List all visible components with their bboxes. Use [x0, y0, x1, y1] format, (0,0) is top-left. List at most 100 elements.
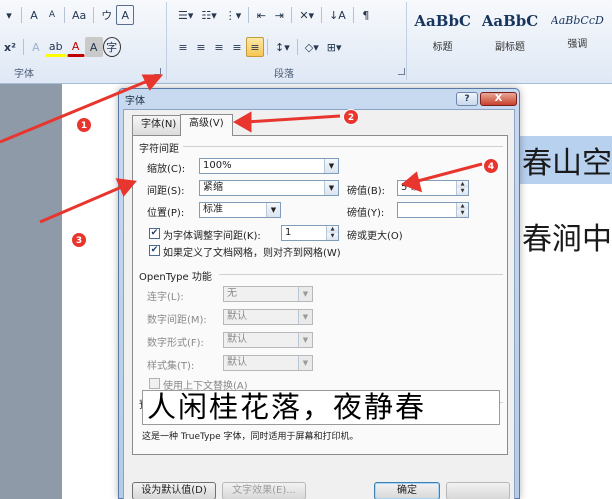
num-spacing-label: 数字间距(M): [147, 315, 207, 326]
shrink-font-icon[interactable]: A [43, 5, 61, 25]
highlight-icon[interactable]: ab [44, 37, 67, 57]
decrease-indent-icon[interactable]: ⇤ [252, 5, 270, 25]
section-divider [219, 274, 503, 275]
font-group-label: 字体 [14, 69, 34, 80]
scale-label: 缩放(C): [147, 164, 186, 175]
para-dialog-launcher-icon[interactable] [398, 68, 405, 75]
spacing-by-value: 5 磅 [401, 182, 421, 193]
tab-font[interactable]: 字体(N) [132, 115, 186, 135]
set-default-button[interactable]: 设为默认值(D) [132, 482, 216, 499]
borders-icon[interactable]: ⊞▾ [323, 37, 346, 57]
tab-advanced[interactable]: 高级(V) [180, 114, 233, 136]
num-spacing-value: 默认 [227, 311, 247, 322]
grow-font-icon[interactable]: A [25, 5, 43, 25]
separator [22, 39, 24, 55]
chinese-layout-icon[interactable]: ✕▾ [295, 5, 318, 25]
spin-up-icon[interactable]: ▲ [327, 226, 338, 233]
show-marks-icon[interactable]: ¶ [357, 5, 375, 25]
position-select[interactable]: 标准 ▼ [199, 202, 281, 218]
text-effects-button[interactable]: 文字效果(E)... [222, 482, 306, 499]
num-spacing-select[interactable]: 默认 ▼ [223, 309, 313, 325]
para-group-label: 段落 [274, 69, 294, 80]
spacing-value: 紧缩 [203, 182, 223, 193]
separator [321, 7, 323, 23]
close-button[interactable]: X [480, 92, 517, 106]
char-shading-icon[interactable]: A [84, 37, 103, 57]
font-dialog-launcher-icon[interactable] [154, 68, 161, 75]
separator [352, 7, 354, 23]
font-color-icon[interactable]: A [66, 37, 85, 57]
justify-icon[interactable]: ≡ [228, 37, 246, 57]
style-sets-value: 默认 [227, 357, 247, 368]
bullets-icon[interactable]: ☰▾ [174, 5, 197, 25]
help-button[interactable]: ? [456, 92, 478, 106]
position-by-input[interactable]: ▲ ▼ [397, 202, 469, 218]
spacing-by-input[interactable]: 5 磅 ▲ ▼ [397, 180, 469, 196]
style-title[interactable]: AaBbC 标题 [410, 2, 475, 62]
line-spacing-icon[interactable]: ↕▾ [271, 37, 294, 57]
font-note: 这是一种 TrueType 字体，同时适用于屏幕和打印机。 [142, 432, 359, 442]
text-effect-icon[interactable]: A [27, 37, 45, 57]
spin-buttons[interactable]: ▲ ▼ [456, 181, 468, 195]
kerning-label: 为字体调整字间距(K): [163, 231, 261, 242]
style-sample: AaBbC [414, 11, 471, 30]
spin-buttons[interactable]: ▲ ▼ [326, 226, 338, 240]
spin-down-icon[interactable]: ▼ [457, 210, 468, 217]
kerning-checkbox[interactable]: ✔ [149, 228, 160, 239]
align-left-icon[interactable]: ≡ [174, 37, 192, 57]
contextual-checkbox[interactable] [149, 378, 160, 389]
increase-indent-icon[interactable]: ⇥ [270, 5, 288, 25]
chevron-down-icon: ▼ [298, 356, 312, 370]
style-sample: AaBbCcD [550, 14, 604, 27]
chevron-down-icon: ▼ [298, 333, 312, 347]
separator [296, 39, 298, 55]
spin-up-icon[interactable]: ▲ [457, 181, 468, 188]
position-label: 位置(P): [147, 208, 185, 219]
align-right-icon[interactable]: ≡ [210, 37, 228, 57]
numbering-icon[interactable]: ☷▾ [197, 5, 220, 25]
shading-icon[interactable]: ◇▾ [301, 37, 323, 57]
num-forms-select[interactable]: 默认 ▼ [223, 332, 313, 348]
style-emphasis[interactable]: AaBbCcD 强调 [545, 2, 610, 62]
spin-up-icon[interactable]: ▲ [457, 203, 468, 210]
grid-checkbox[interactable]: ✔ [149, 245, 160, 256]
kerning-suffix: 磅或更大(O) [347, 231, 403, 242]
ok-button[interactable]: 确定 [374, 482, 440, 499]
font-dialog: 字体 ? X 字体(N) 高级(V) 字符间距 缩放(C): 100% ▼ 间距… [118, 88, 520, 499]
kerning-input[interactable]: 1 ▲ ▼ [281, 225, 339, 241]
style-subtitle[interactable]: AaBbC 副标题 [477, 2, 542, 62]
position-by-label: 磅值(Y): [347, 208, 385, 219]
style-sample: AaBbC [481, 11, 539, 30]
separator [248, 7, 250, 23]
align-center-icon[interactable]: ≡ [192, 37, 210, 57]
style-sets-select[interactable]: 默认 ▼ [223, 355, 313, 371]
separator [21, 7, 22, 23]
sort-icon[interactable]: ↓A [325, 5, 350, 25]
cancel-button[interactable] [446, 482, 510, 499]
spin-buttons[interactable]: ▲ ▼ [456, 203, 468, 217]
annotation-badge-2: 2 [343, 109, 359, 125]
spin-down-icon[interactable]: ▼ [327, 233, 338, 240]
annotation-badge-4: 4 [483, 158, 499, 174]
position-value: 标准 [203, 204, 223, 215]
doc-line[interactable]: 春涧中 [522, 214, 612, 258]
scale-select[interactable]: 100% ▼ [199, 158, 339, 174]
phonetic-guide-icon[interactable]: ウ [97, 5, 116, 25]
ligatures-label: 连字(L): [147, 292, 184, 303]
spacing-by-label: 磅值(B): [347, 186, 386, 197]
screen: ▾ A A Aa ウ A x² A ab A A 字 字体 ☰▾ ☷▾ ⋮▾ ⇤… [0, 0, 612, 499]
clear-format-icon[interactable]: A [116, 5, 135, 25]
doc-line-selected[interactable]: 春山空 [518, 136, 612, 184]
spacing-select[interactable]: 紧缩 ▼ [199, 180, 339, 196]
font-dropdown-arrow[interactable]: ▾ [0, 5, 18, 25]
change-case-icon[interactable]: Aa [68, 5, 90, 25]
separator [267, 39, 268, 55]
distribute-icon[interactable]: ≡ [246, 37, 264, 57]
ligatures-select[interactable]: 无 ▼ [223, 286, 313, 302]
superscript-icon[interactable]: x² [0, 37, 20, 57]
grid-label: 如果定义了文档网格，则对齐到网格(W) [163, 248, 341, 259]
para-row-1: ☰▾ ☷▾ ⋮▾ ⇤ ⇥ ✕▾ ↓A ¶ [174, 4, 375, 26]
enclose-char-icon[interactable]: 字 [102, 37, 121, 57]
multilevel-list-icon[interactable]: ⋮▾ [221, 5, 246, 25]
spin-down-icon[interactable]: ▼ [457, 188, 468, 195]
